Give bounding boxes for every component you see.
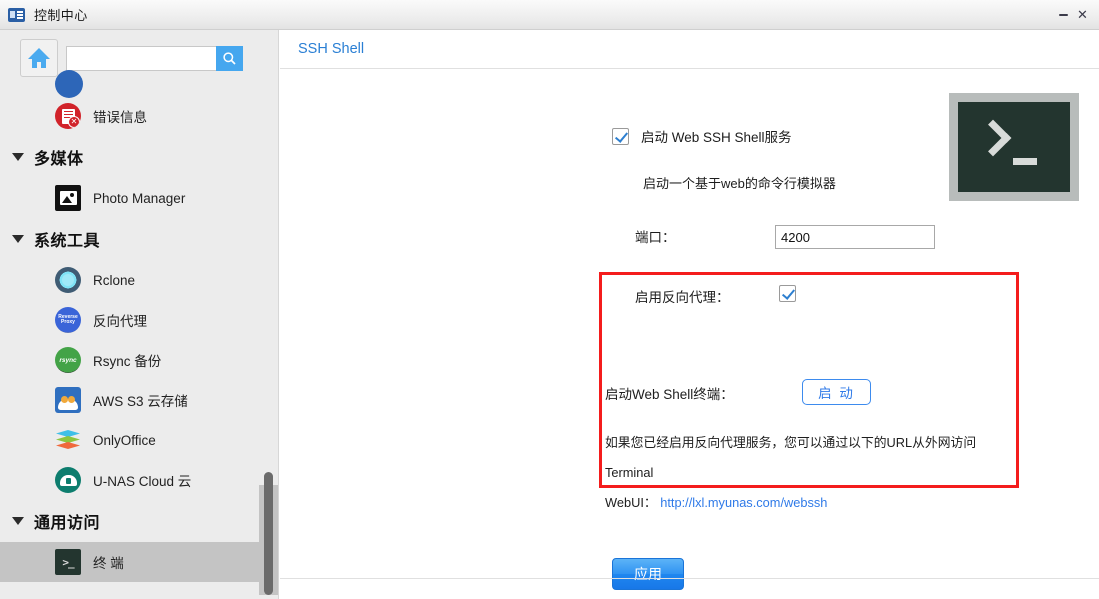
- control-center-window: 控制中心 ✕ ✕ 错误信息 多媒体 Photo Manager 系统工具 Rcl…: [0, 0, 1099, 599]
- reverse-proxy-section: 启用反向代理： 启动Web Shell终端： 启 动 如果您已经启用反向代理服务…: [599, 272, 1019, 510]
- search-box: [66, 45, 243, 71]
- start-button[interactable]: 启 动: [802, 379, 871, 405]
- control-center-icon: [8, 7, 25, 22]
- aws-s3-icon: [55, 387, 81, 413]
- reverse-proxy-hint-line2: WebUI： http://lxl.myunas.com/webssh: [605, 488, 1017, 518]
- sidebar-item-label: Rsync 备份: [93, 354, 162, 369]
- sidebar-item-label: 终 端: [93, 556, 124, 571]
- error-info-icon: ✕: [55, 103, 81, 129]
- sidebar-group-label: 多媒体: [34, 151, 84, 168]
- unas-cloud-icon: [55, 467, 81, 493]
- reverse-proxy-icon: Reverse Proxy: [55, 307, 81, 333]
- service-description-text: 启动一个基于web的命令行模拟器: [643, 176, 836, 191]
- rsync-backup-icon: rsync: [55, 347, 81, 373]
- sidebar-item-rsync-backup[interactable]: rsync Rsync 备份: [0, 340, 278, 380]
- close-icon[interactable]: ✕: [1075, 0, 1099, 30]
- reverse-proxy-hint-line1: 如果您已经启用反向代理服务，您可以通过以下的URL从外网访问Terminal: [605, 435, 977, 480]
- sidebar-item-label: Rclone: [93, 272, 136, 288]
- sidebar-item-rclone[interactable]: Rclone: [0, 260, 278, 300]
- enable-reverse-proxy-row: 启用反向代理：: [635, 286, 730, 306]
- caret-down-icon: [12, 235, 24, 243]
- sidebar-item-terminal[interactable]: >_ 终 端: [0, 542, 278, 582]
- enable-ssh-service-label: 启动 Web SSH Shell服务: [641, 130, 792, 145]
- sidebar-item-label: Photo Manager: [93, 190, 186, 206]
- launch-webshell-label: 启动Web Shell终端：: [605, 387, 734, 402]
- terminal-prompt-icon: [949, 93, 1079, 201]
- sidebar-group-multimedia[interactable]: 多媒体: [0, 136, 278, 178]
- webui-label: WebUI：: [605, 495, 657, 510]
- launch-webshell-row: 启动Web Shell终端：: [605, 383, 734, 403]
- sidebar-scrollbar[interactable]: [259, 450, 278, 595]
- sidebar-item-aws-s3[interactable]: AWS S3 云存储: [0, 380, 278, 420]
- enable-ssh-service-checkbox[interactable]: [612, 127, 629, 145]
- window-controls: ✕: [1051, 0, 1099, 30]
- enable-reverse-proxy-checkbox[interactable]: [779, 285, 796, 302]
- sidebar-item-label: U-NAS Cloud 云: [93, 474, 192, 489]
- photo-manager-icon: [55, 185, 81, 211]
- sidebar-group-label: 系统工具: [34, 233, 101, 250]
- sidebar-item-label: 反向代理: [93, 314, 147, 329]
- home-icon: [28, 48, 50, 68]
- page-title: SSH Shell: [298, 41, 365, 57]
- main-panel: SSH Shell 启动 Web SSH Shell服务 启动一个基于web的命…: [280, 30, 1099, 590]
- window-title: 控制中心: [34, 8, 88, 23]
- sidebar-item-unas-cloud[interactable]: U-NAS Cloud 云: [0, 460, 278, 500]
- enable-reverse-proxy-label: 启用反向代理：: [635, 290, 730, 305]
- apply-button[interactable]: 应用: [612, 558, 684, 590]
- caret-down-icon: [12, 153, 24, 161]
- search-input[interactable]: [66, 45, 216, 71]
- search-button[interactable]: [216, 45, 243, 71]
- title-bar: 控制中心 ✕: [0, 0, 1099, 30]
- minimize-button[interactable]: [1051, 0, 1075, 30]
- terminal-icon: >_: [55, 549, 81, 575]
- rclone-icon: [55, 267, 81, 293]
- webssh-url-link[interactable]: http://lxl.myunas.com/webssh: [660, 495, 827, 510]
- sidebar-scrollbar-thumb[interactable]: [264, 472, 273, 595]
- sidebar-group-system-tools[interactable]: 系统工具: [0, 218, 278, 260]
- sidebar-item-partial[interactable]: [0, 70, 278, 98]
- sidebar-group-label: 通用访问: [34, 515, 101, 532]
- reverse-proxy-hint: 如果您已经启用反向代理服务，您可以通过以下的URL从外网访问Terminal W…: [605, 428, 1017, 518]
- sidebar-group-general-access[interactable]: 通用访问: [0, 500, 278, 542]
- sidebar-list: ✕ 错误信息 多媒体 Photo Manager 系统工具 Rclone Rev…: [0, 70, 278, 599]
- sidebar: ✕ 错误信息 多媒体 Photo Manager 系统工具 Rclone Rev…: [0, 30, 279, 599]
- sidebar-item-reverse-proxy[interactable]: Reverse Proxy 反向代理: [0, 300, 278, 340]
- partial-icon: [55, 70, 83, 98]
- port-label: 端口：: [635, 230, 676, 245]
- sidebar-item-photo-manager[interactable]: Photo Manager: [0, 178, 278, 218]
- port-input[interactable]: [775, 225, 935, 249]
- enable-ssh-service-row: 启动 Web SSH Shell服务: [612, 126, 792, 146]
- sidebar-item-label: OnlyOffice: [93, 432, 156, 448]
- port-row: 端口：: [635, 226, 676, 246]
- sidebar-item-label: 错误信息: [93, 110, 147, 125]
- onlyoffice-icon: [55, 427, 81, 453]
- panel-bottom-divider: [280, 578, 1099, 579]
- search-icon: [223, 51, 236, 65]
- sidebar-item-onlyoffice[interactable]: OnlyOffice: [0, 420, 278, 460]
- service-description: 启动一个基于web的命令行模拟器: [643, 173, 836, 192]
- caret-down-icon: [12, 517, 24, 525]
- sidebar-item-label: AWS S3 云存储: [93, 394, 188, 409]
- sidebar-item-error-info[interactable]: ✕ 错误信息: [0, 96, 278, 136]
- panel-header: SSH Shell: [280, 30, 1099, 69]
